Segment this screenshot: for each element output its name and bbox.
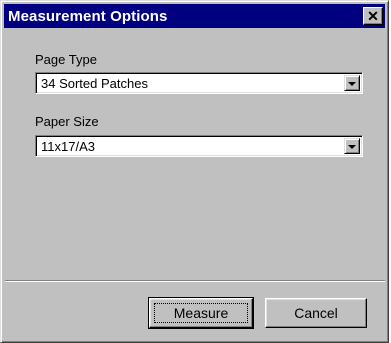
title-bar[interactable]: Measurement Options ✕: [4, 4, 385, 28]
paper-size-label: Paper Size: [35, 114, 99, 129]
paper-size-select[interactable]: 11x17/A3: [35, 135, 363, 157]
chevron-down-icon: [348, 81, 356, 86]
chevron-down-icon: [348, 144, 356, 149]
page-type-select[interactable]: 34 Sorted Patches: [35, 72, 363, 94]
page-type-value: 34 Sorted Patches: [41, 76, 148, 91]
dialog-title: Measurement Options: [8, 7, 168, 25]
measurement-options-dialog: Measurement Options ✕ Page Type 34 Sorte…: [0, 0, 389, 343]
measure-button[interactable]: Measure: [148, 297, 254, 329]
close-button[interactable]: ✕: [363, 7, 383, 25]
focus-ring: [154, 303, 248, 323]
cancel-button[interactable]: Cancel: [265, 298, 367, 328]
paper-size-dropdown-button[interactable]: [344, 138, 360, 154]
close-icon: ✕: [367, 8, 379, 24]
separator: [5, 280, 385, 282]
paper-size-value: 11x17/A3: [41, 139, 95, 154]
page-type-dropdown-button[interactable]: [344, 75, 360, 91]
page-type-label: Page Type: [35, 52, 97, 67]
cancel-button-label: Cancel: [294, 305, 338, 321]
